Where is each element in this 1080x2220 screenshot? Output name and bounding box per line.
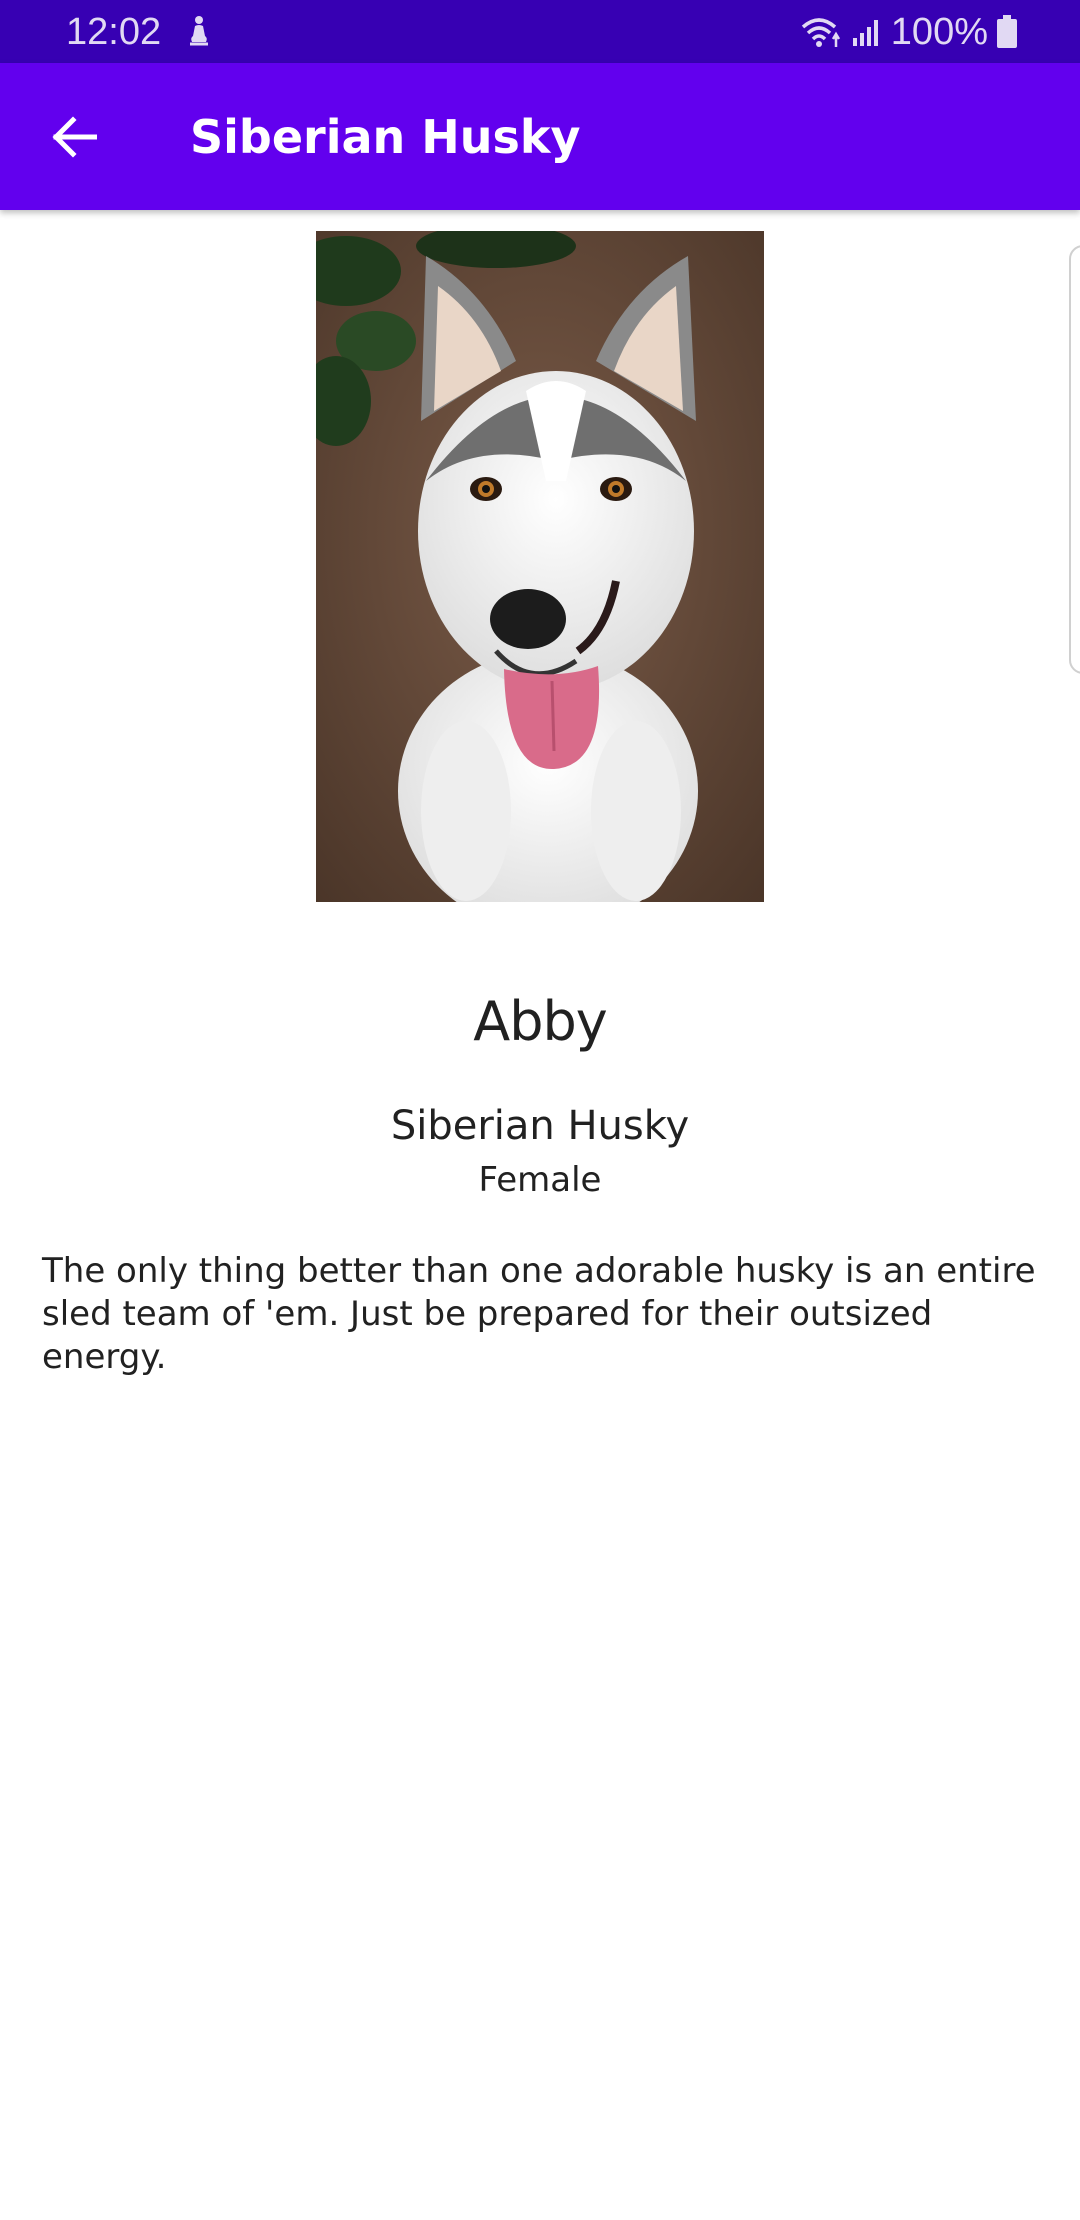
signal-icon [852,20,878,46]
pet-name: Abby [473,990,607,1053]
pet-breed: Siberian Husky [390,1103,690,1149]
pet-photo [316,231,764,902]
battery-percentage: 100% [890,11,988,53]
pet-description: The only thing better than one adorable … [42,1251,1036,1377]
status-bar: 12:02 100% [0,0,1080,63]
wifi-icon [801,18,840,47]
back-button[interactable] [34,103,114,171]
battery-icon [997,15,1017,48]
page-title: Siberian Husky [190,110,581,164]
status-time: 12:02 [66,11,162,53]
notification-icon [190,16,208,46]
app-bar: Siberian Husky [0,63,1080,210]
arrow-back-icon [52,116,97,158]
status-icons: 100% [799,8,1018,56]
side-card-edge [1069,245,1080,674]
pet-gender: Female [478,1160,602,1200]
